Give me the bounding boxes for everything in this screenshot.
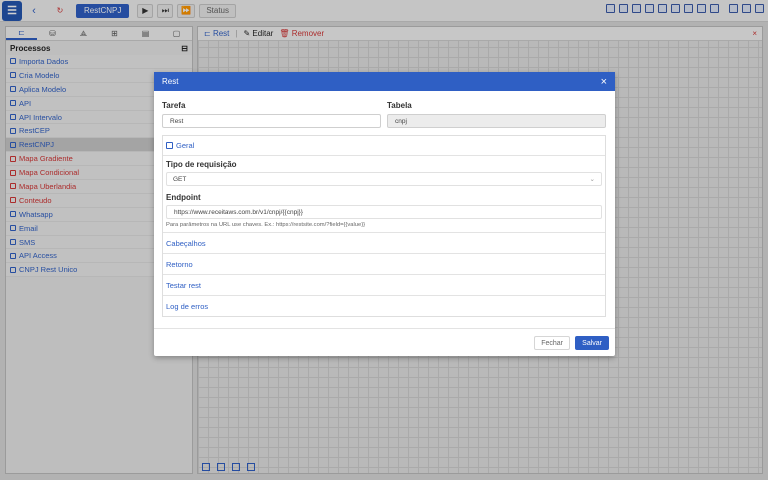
retorno-section-header[interactable]: Retorno	[163, 253, 605, 274]
task-table-row: Tarefa Rest Tabela cnpj	[162, 101, 606, 128]
modal-footer: Fechar Salvar	[154, 328, 615, 356]
modal-title: Rest	[162, 77, 179, 86]
cabecalhos-label: Cabeçalhos	[166, 238, 206, 248]
geral-label: Geral	[176, 141, 195, 150]
geral-section-body: Tipo de requisição GET ⌄ Endpoint https:…	[163, 156, 605, 232]
table-column: Tabela cnpj	[387, 101, 606, 128]
cabecalhos-section-header[interactable]: Cabeçalhos	[163, 232, 605, 253]
modal-header: Rest ×	[154, 72, 615, 91]
tipo-requisicao-label: Tipo de requisição	[166, 160, 237, 169]
geral-section-header[interactable]: Geral	[163, 136, 605, 156]
testar-rest-section-header[interactable]: Testar rest	[163, 274, 605, 295]
tarefa-input[interactable]: Rest	[162, 114, 381, 128]
endpoint-hint: Para parâmetros na URL use chaves. Ex.: …	[166, 222, 366, 228]
list-icon	[166, 142, 173, 149]
config-accordion: Geral Tipo de requisição GET ⌄ Endpoint …	[162, 135, 606, 317]
salvar-button[interactable]: Salvar	[575, 336, 609, 350]
chevron-down-icon: ⌄	[589, 176, 595, 183]
tabela-label: Tabela	[387, 101, 412, 110]
tipo-requisicao-select[interactable]: GET ⌄	[166, 172, 602, 186]
testar-rest-label: Testar rest	[166, 280, 202, 290]
rest-modal: Rest × Tarefa Rest Tabela cnpj Geral Tip…	[154, 72, 615, 356]
tabela-input[interactable]: cnpj	[387, 114, 606, 128]
log-erros-label: Log de erros	[166, 301, 209, 311]
modal-close-icon[interactable]: ×	[601, 76, 607, 88]
endpoint-input[interactable]: https://www.receitaws.com.br/v1/cnpj/{{c…	[166, 205, 602, 219]
tipo-requisicao-value: GET	[173, 175, 187, 183]
task-column: Tarefa Rest	[162, 101, 381, 128]
retorno-label: Retorno	[166, 259, 193, 269]
endpoint-label: Endpoint	[166, 193, 201, 202]
log-erros-section-header[interactable]: Log de erros	[163, 295, 605, 316]
modal-body: Tarefa Rest Tabela cnpj Geral Tipo de re…	[162, 101, 606, 317]
fechar-button[interactable]: Fechar	[534, 336, 570, 350]
tarefa-label: Tarefa	[162, 101, 186, 110]
